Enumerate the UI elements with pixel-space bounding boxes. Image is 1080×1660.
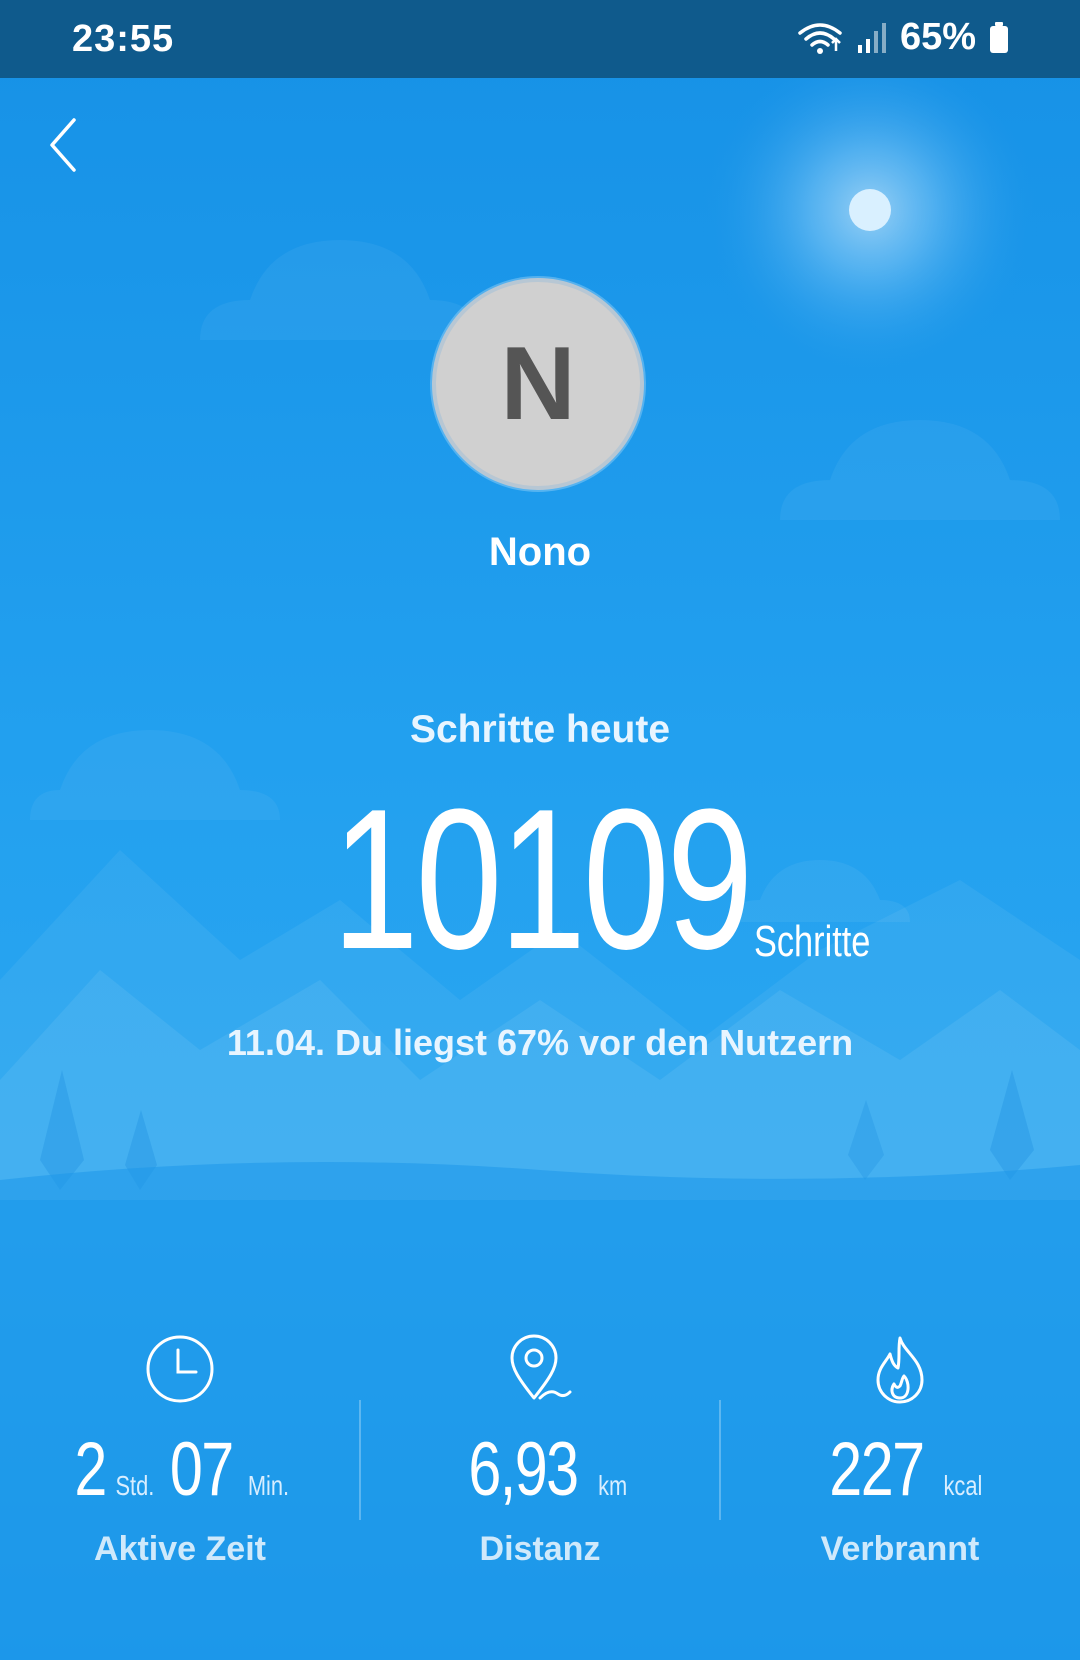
back-button[interactable] [38, 112, 94, 178]
minutes-unit: Min. [247, 1470, 289, 1501]
calories-value: 227 [829, 1427, 926, 1512]
calories-value-row: 227 kcal [720, 1430, 1080, 1510]
cloud-left [200, 240, 480, 340]
calories-unit: kcal [943, 1470, 983, 1501]
steps-unit: Schritte [754, 917, 871, 966]
distance-value-row: 6,93 km [360, 1430, 720, 1510]
hours-unit: Std. [115, 1470, 155, 1501]
active-time-label: Aktive Zeit [94, 1530, 266, 1568]
avatar-initial: N [500, 325, 576, 442]
status-time: 23:55 [72, 18, 175, 60]
active-minutes: 07 [169, 1427, 233, 1512]
stat-active-time[interactable]: 2 Std. 07 Min. Aktive Zeit [0, 1320, 360, 1580]
signal-icon [857, 22, 886, 53]
steps-value: 10109 [332, 768, 753, 991]
calories-label: Verbrannt [820, 1530, 980, 1568]
avatar[interactable]: N [432, 278, 644, 490]
flame-icon [876, 1336, 924, 1404]
steps-label: Schritte heute [409, 708, 671, 751]
steps-count: 10109 Schritte [0, 768, 1080, 991]
steps-screen: 23:55 65% N Nono Schritte heute 10109 Sc… [0, 0, 1080, 1660]
active-time-value: 2 Std. 07 Min. [0, 1430, 360, 1510]
status-indicators: 65% [796, 16, 1010, 59]
cloud-right [780, 420, 1060, 520]
distance-label: Distanz [479, 1530, 601, 1568]
user-name: Nono [488, 530, 592, 574]
stats-row: 2 Std. 07 Min. Aktive Zeit 6,93 km Dista… [0, 1320, 1080, 1580]
distance-value: 6,93 [468, 1427, 580, 1512]
wifi-icon [798, 22, 842, 54]
active-hours: 2 [73, 1427, 107, 1512]
stat-distance[interactable]: 6,93 km Distanz [360, 1320, 720, 1580]
sun [849, 189, 891, 231]
distance-unit: km [597, 1470, 627, 1501]
steps-comparison: 11.04. Du liegst 67% vor den Nutzern [226, 1022, 854, 1063]
battery-percent: 65% [899, 16, 976, 58]
battery-icon [990, 21, 1008, 53]
stat-calories[interactable]: 227 kcal Verbrannt [720, 1320, 1080, 1580]
chevron-left-icon [50, 118, 76, 172]
location-pin-icon [510, 1334, 572, 1400]
status-bar: 23:55 65% [0, 0, 1080, 78]
clock-icon [146, 1335, 214, 1403]
